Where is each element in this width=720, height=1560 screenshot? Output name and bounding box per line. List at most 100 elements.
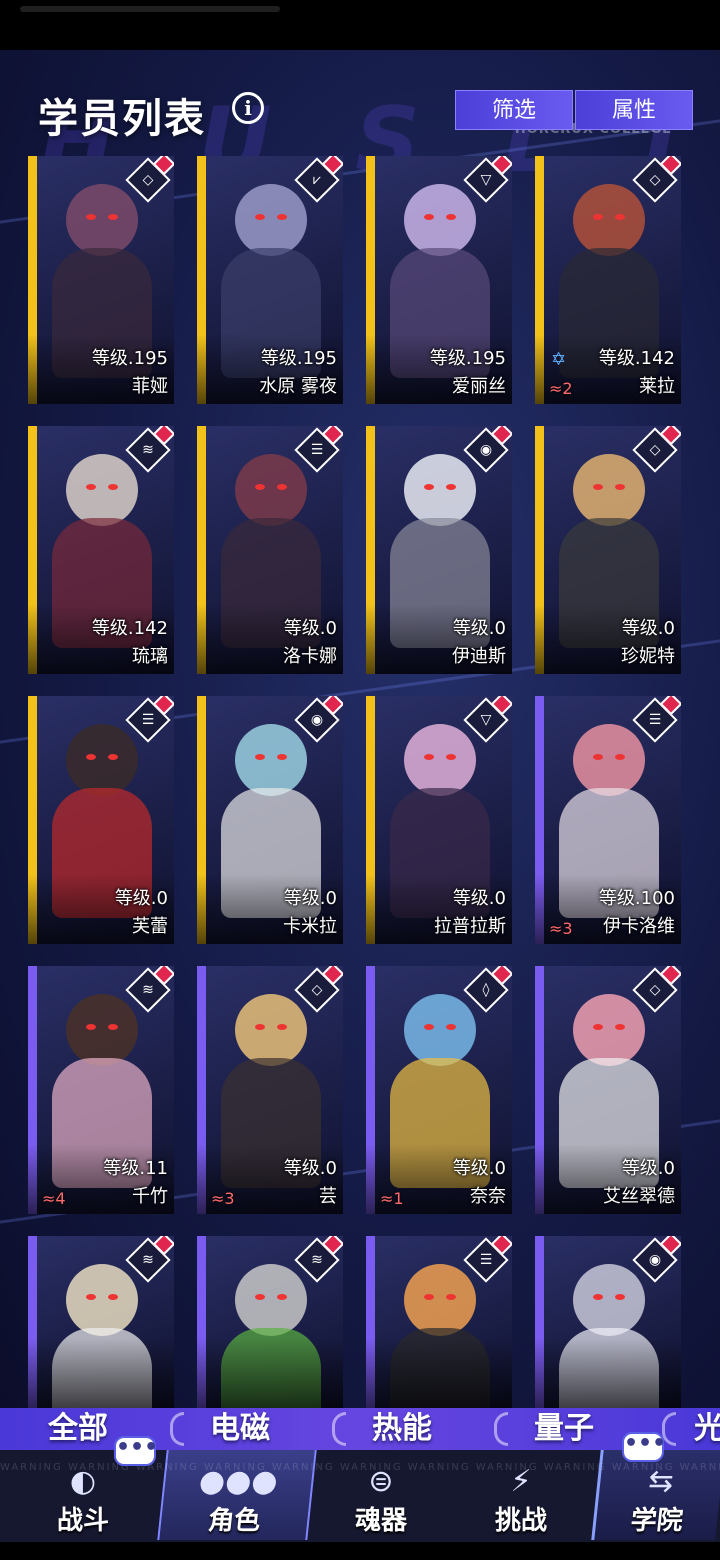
element-filter-tabs: 全部 电磁 热能 量子 光 bbox=[0, 1408, 720, 1450]
character-eye bbox=[593, 1024, 603, 1030]
character-eye bbox=[255, 484, 265, 490]
page-title: 学员列表 bbox=[38, 95, 206, 142]
character-name: 芙蕾 bbox=[132, 916, 168, 937]
character-card[interactable]: ≋ bbox=[197, 1236, 343, 1408]
character-hair bbox=[404, 454, 476, 526]
character-eye bbox=[255, 1024, 265, 1030]
character-eye bbox=[86, 1294, 96, 1300]
header: 学员列表 i HORCRUX COLLEGE 筛选 属性 bbox=[0, 50, 720, 150]
character-hair bbox=[573, 1264, 645, 1336]
info-icon[interactable]: i bbox=[232, 92, 264, 124]
character-hair bbox=[235, 994, 307, 1066]
character-eye bbox=[446, 1294, 456, 1300]
character-card[interactable]: ⩗ 等级.195 水原 雾夜 bbox=[197, 156, 343, 404]
character-hair bbox=[66, 1264, 138, 1336]
character-card[interactable]: ▽ 等级.195 爱丽丝 bbox=[366, 156, 512, 404]
character-hair bbox=[404, 724, 476, 796]
character-name: 洛卡娜 bbox=[283, 646, 337, 667]
character-name: 卡米拉 bbox=[283, 916, 337, 937]
character-eye bbox=[424, 214, 434, 220]
character-card[interactable]: ☰ bbox=[366, 1236, 512, 1408]
character-card[interactable]: ◇ 等级.142 莱拉 ≈2 ✡ bbox=[535, 156, 681, 404]
character-hair bbox=[66, 724, 138, 796]
character-name: 艾丝翠德 bbox=[603, 1186, 675, 1207]
character-eye bbox=[277, 214, 287, 220]
awaken-rank: ≈3 bbox=[211, 1189, 235, 1208]
character-eye bbox=[593, 214, 603, 220]
tab-light[interactable]: 光 bbox=[694, 1408, 720, 1450]
character-hair bbox=[573, 184, 645, 256]
character-hair bbox=[66, 994, 138, 1066]
character-level: 等级.0 bbox=[452, 888, 506, 909]
character-eye bbox=[108, 484, 118, 490]
chat-bubble-right[interactable]: ••• bbox=[622, 1432, 666, 1462]
character-level: 等级.0 bbox=[621, 618, 675, 639]
character-eye bbox=[446, 214, 456, 220]
character-eye bbox=[615, 1024, 625, 1030]
tab-thermal[interactable]: 热能 bbox=[372, 1408, 432, 1450]
character-eye bbox=[615, 1294, 625, 1300]
character-level: 等级.0 bbox=[621, 1158, 675, 1179]
character-eye bbox=[615, 754, 625, 760]
character-card[interactable]: ≋ 等级.11 千竹 ≈4 bbox=[28, 966, 174, 1214]
nav-label: 角色 bbox=[206, 1506, 262, 1536]
warning-strip: WARNING WARNING WARNING WARNING WARNING … bbox=[0, 1462, 720, 1473]
character-card[interactable]: ◇ 等级.0 芸 ≈3 bbox=[197, 966, 343, 1214]
character-eye bbox=[424, 754, 434, 760]
nav-label: 学院 bbox=[629, 1506, 685, 1536]
character-name: 千竹 bbox=[132, 1186, 168, 1207]
filter-button[interactable]: 筛选 bbox=[455, 90, 573, 130]
character-card[interactable]: ◊ 等级.0 奈奈 ≈1 bbox=[366, 966, 512, 1214]
character-eye bbox=[424, 1294, 434, 1300]
character-level: 等级.11 bbox=[103, 1158, 168, 1179]
character-eye bbox=[615, 484, 625, 490]
character-level: 等级.142 bbox=[91, 618, 168, 639]
character-name: 珍妮特 bbox=[621, 646, 675, 667]
character-level: 等级.0 bbox=[283, 618, 337, 639]
character-eye bbox=[277, 1294, 287, 1300]
nav-label: 魂器 bbox=[354, 1506, 407, 1536]
character-hair bbox=[66, 454, 138, 526]
tab-electromagnetic[interactable]: 电磁 bbox=[210, 1408, 270, 1450]
character-hair bbox=[66, 184, 138, 256]
character-card[interactable]: ☰ 等级.0 芙蕾 bbox=[28, 696, 174, 944]
card-shade bbox=[28, 1338, 174, 1408]
tab-all[interactable]: 全部 bbox=[48, 1408, 108, 1450]
card-shade bbox=[366, 1338, 512, 1408]
character-eye bbox=[593, 484, 603, 490]
character-card[interactable]: ◉ bbox=[535, 1236, 681, 1408]
character-card[interactable]: ◉ 等级.0 卡米拉 bbox=[197, 696, 343, 944]
tab-separator bbox=[494, 1412, 508, 1446]
character-eye bbox=[108, 754, 118, 760]
tab-quantum[interactable]: 量子 bbox=[534, 1408, 594, 1450]
character-eye bbox=[108, 1024, 118, 1030]
status-bar bbox=[0, 0, 720, 50]
character-card[interactable]: ◇ 等级.0 珍妮特 bbox=[535, 426, 681, 674]
character-name: 芸 bbox=[319, 1186, 337, 1207]
character-card[interactable]: ◇ 等级.195 菲娅 bbox=[28, 156, 174, 404]
character-eye bbox=[255, 214, 265, 220]
character-level: 等级.195 bbox=[429, 348, 506, 369]
character-eye bbox=[424, 1024, 434, 1030]
character-card[interactable]: ▽ 等级.0 拉普拉斯 bbox=[366, 696, 512, 944]
character-eye bbox=[593, 754, 603, 760]
awaken-rank: ≈4 bbox=[42, 1189, 66, 1208]
character-card[interactable]: ◉ 等级.0 伊迪斯 bbox=[366, 426, 512, 674]
character-level: 等级.0 bbox=[283, 1158, 337, 1179]
chat-bubble-left[interactable]: ••• bbox=[114, 1436, 158, 1466]
character-level: 等级.142 bbox=[598, 348, 675, 369]
character-card[interactable]: ◇ 等级.0 艾丝翠德 bbox=[535, 966, 681, 1214]
character-card[interactable]: ≋ bbox=[28, 1236, 174, 1408]
character-name: 莱拉 bbox=[639, 376, 675, 397]
card-shade bbox=[535, 1338, 681, 1408]
character-name: 奈奈 bbox=[470, 1186, 506, 1207]
character-card[interactable]: ☰ 等级.0 洛卡娜 bbox=[197, 426, 343, 674]
character-eye bbox=[277, 1024, 287, 1030]
character-card[interactable]: ≋ 等级.142 琉璃 bbox=[28, 426, 174, 674]
awaken-rank: ≈3 bbox=[549, 919, 573, 938]
character-level: 等级.195 bbox=[260, 348, 337, 369]
character-card[interactable]: ☰ 等级.100 伊卡洛维 ≈3 bbox=[535, 696, 681, 944]
attribute-button[interactable]: 属性 bbox=[575, 90, 693, 130]
character-name: 伊卡洛维 bbox=[603, 916, 675, 937]
character-eye bbox=[86, 484, 96, 490]
